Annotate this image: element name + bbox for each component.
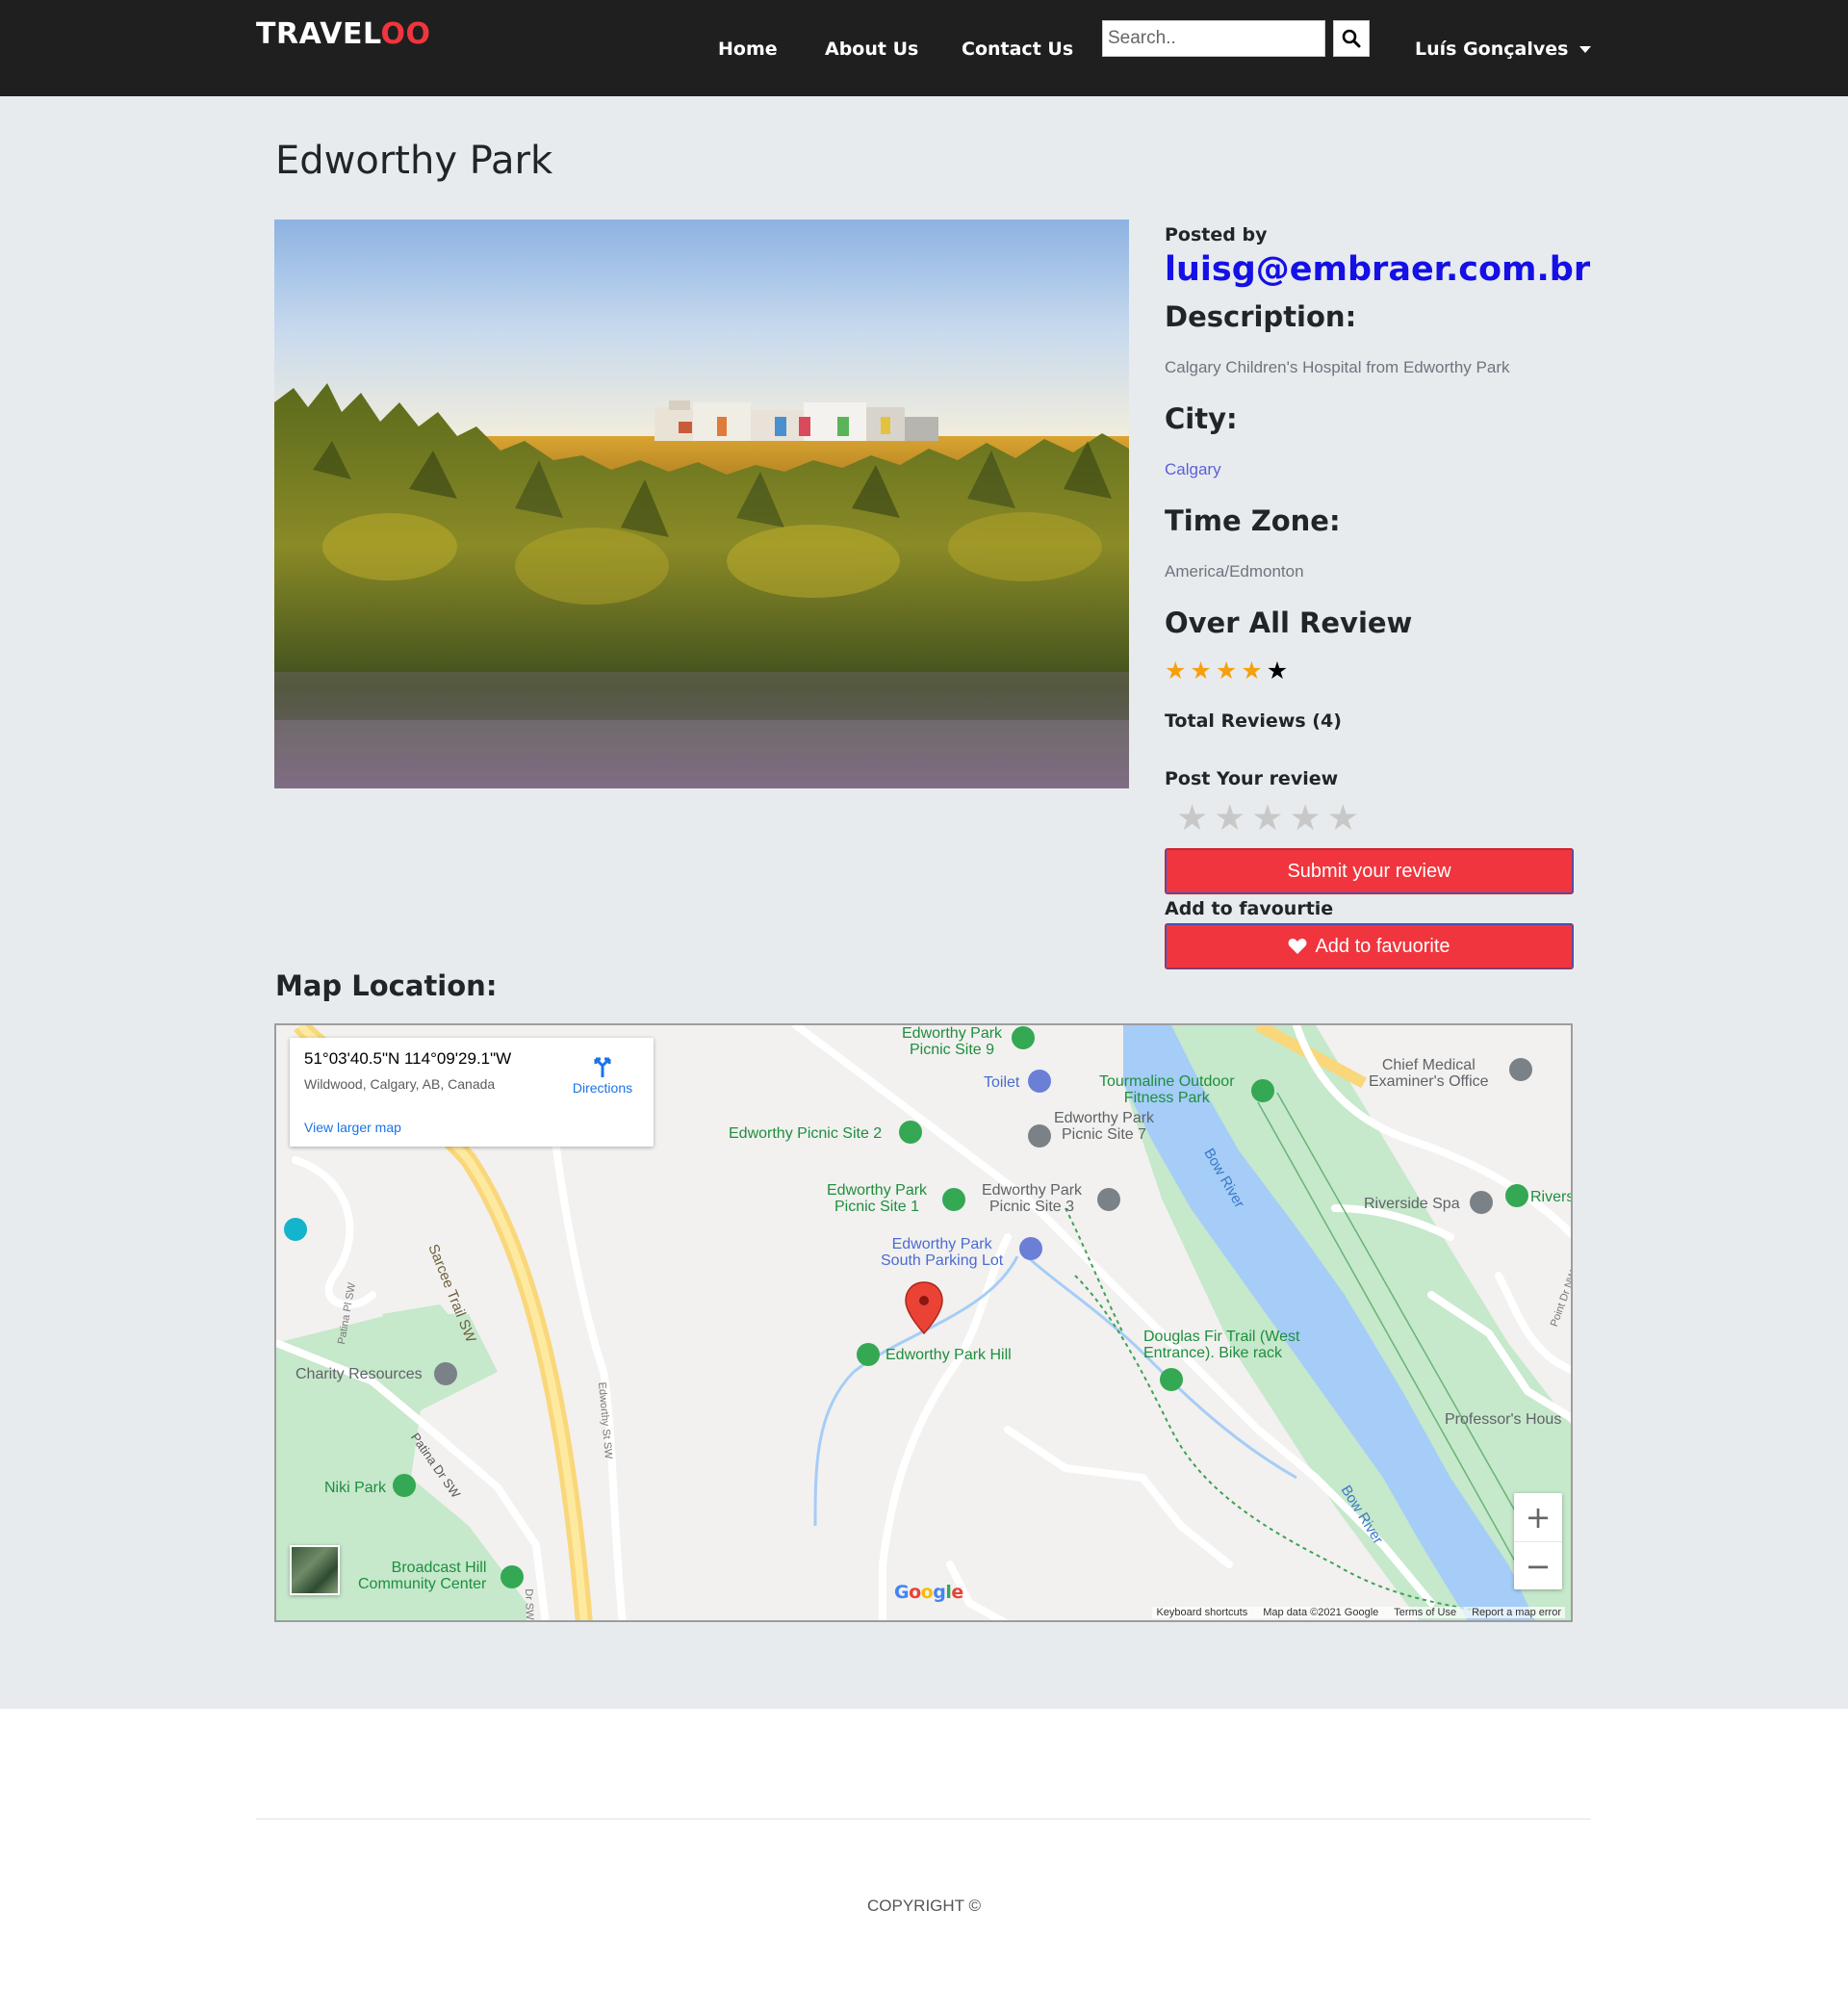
overall-review-heading: Over All Review (1165, 606, 1413, 639)
timezone-text: America/Edmonton (1165, 562, 1304, 581)
star-filled-icon: ★ (1241, 658, 1263, 684)
search-icon (1342, 29, 1361, 48)
zoom-controls: + − (1514, 1493, 1562, 1589)
total-reviews: Total Reviews (4) (1165, 710, 1342, 732)
map-label-rivers[interactable]: Rivers (1530, 1189, 1571, 1205)
map-coordinates: 51°03'40.5"N 114°09'29.1"W (304, 1049, 512, 1068)
map-label-picnic9-text: Edworthy Park Picnic Site 9 (902, 1025, 1003, 1058)
map-label-dr-sw: Dr SW (523, 1588, 536, 1620)
map-label-toilet[interactable]: Toilet (984, 1074, 1019, 1091)
user-dropdown[interactable]: Luís Gonçalves (1415, 39, 1592, 60)
satellite-toggle[interactable] (290, 1545, 340, 1595)
rate-star-4-icon[interactable]: ★ (1290, 800, 1322, 836)
map-label-picnic1[interactable]: Edworthy Park Picnic Site 1 (827, 1182, 927, 1215)
copyright-text: COPYRIGHT © (866, 1897, 981, 1915)
keyboard-shortcuts-link[interactable]: Keyboard shortcuts (1156, 1607, 1247, 1618)
nav-home-link[interactable]: Home (718, 39, 778, 60)
map-label-douglas-fir[interactable]: Douglas Fir Trail (West Entrance). Bike … (1143, 1329, 1299, 1361)
city-link[interactable]: Calgary (1165, 460, 1221, 479)
map-label-professor[interactable]: Professor's Hous (1445, 1411, 1561, 1428)
map-embed[interactable]: Edworthy Park Picnic Site 9 Toilet Tourm… (274, 1023, 1573, 1622)
description-text: Calgary Children's Hospital from Edworth… (1165, 358, 1510, 376)
main-content: Edworthy Park Posted by luisg@embraer.co… (0, 96, 1848, 1709)
map-label-edworthy-hill[interactable]: Edworthy Park Hill (886, 1347, 1012, 1363)
star-filled-icon: ★ (1190, 658, 1212, 684)
star-empty-icon: ★ (1266, 658, 1289, 684)
caret-down-icon (1579, 45, 1592, 53)
poster-email-link[interactable]: luisg@embraer.com.br (1165, 250, 1590, 289)
directions-button[interactable]: Directions (564, 1053, 641, 1096)
add-favourite-button-label: Add to favuorite (1315, 935, 1450, 957)
map-location-heading: Map Location: (275, 969, 498, 1002)
brand-part-2: OO (380, 17, 431, 51)
map-label-charity[interactable]: Charity Resources (295, 1366, 423, 1382)
add-favourite-label: Add to favourtie (1165, 898, 1334, 919)
user-name: Luís Gonçalves (1415, 39, 1569, 60)
rate-star-2-icon[interactable]: ★ (1214, 800, 1245, 836)
description-heading: Description: (1165, 300, 1357, 333)
directions-label: Directions (572, 1080, 633, 1096)
map-label-picnic2[interactable]: Edworthy Picnic Site 2 (729, 1125, 882, 1142)
map-address: Wildwood, Calgary, AB, Canada (304, 1076, 496, 1092)
overall-rating-stars: ★ ★ ★ ★ ★ (1165, 659, 1288, 684)
map-info-card: 51°03'40.5"N 114°09'29.1"W Wildwood, Cal… (290, 1038, 654, 1147)
map-label-picnic7[interactable]: Edworthy Park Picnic Site 7 (1054, 1110, 1154, 1143)
directions-icon (594, 1057, 611, 1077)
google-logo: Google (894, 1582, 963, 1603)
map-label-niki-park[interactable]: Niki Park (324, 1480, 386, 1496)
rate-star-3-icon[interactable]: ★ (1251, 800, 1283, 836)
map-label-picnic3[interactable]: Edworthy Park Picnic Site 3 (982, 1182, 1082, 1215)
map-label-picnic9[interactable]: Edworthy Park Picnic Site 9 (902, 1025, 1002, 1058)
search-button[interactable] (1333, 20, 1370, 57)
map-attribution: Keyboard shortcuts Map data ©2021 Google… (1152, 1607, 1565, 1618)
star-filled-icon: ★ (1165, 658, 1187, 684)
rate-star-1-icon[interactable]: ★ (1176, 800, 1208, 836)
map-data-text: Map data ©2021 Google (1263, 1607, 1379, 1618)
submit-review-label: Submit your review (1287, 860, 1451, 882)
add-favourite-button[interactable]: Add to favuorite (1165, 923, 1574, 969)
nav-contact-link[interactable]: Contact Us (962, 39, 1073, 60)
submit-review-button[interactable]: Submit your review (1165, 848, 1574, 894)
zoom-out-button[interactable]: − (1514, 1541, 1562, 1589)
city-heading: City: (1165, 402, 1238, 435)
report-error-link[interactable]: Report a map error (1472, 1607, 1561, 1618)
nav-about-link[interactable]: About Us (825, 39, 918, 60)
map-label-riverside-spa[interactable]: Riverside Spa (1364, 1196, 1460, 1212)
post-review-label: Post Your review (1165, 768, 1339, 789)
brand-logo[interactable]: TRAVELOO (256, 17, 431, 51)
page-title: Edworthy Park (275, 139, 553, 183)
search-input[interactable] (1102, 20, 1325, 57)
place-photo (274, 219, 1129, 788)
map-label-parking[interactable]: Edworthy Park South Parking Lot (881, 1236, 1003, 1269)
star-filled-icon: ★ (1215, 658, 1238, 684)
rate-star-5-icon[interactable]: ★ (1327, 800, 1359, 836)
heart-icon (1289, 939, 1307, 954)
view-larger-map-link[interactable]: View larger map (304, 1120, 401, 1135)
terms-link[interactable]: Terms of Use (1394, 1607, 1456, 1618)
zoom-in-button[interactable]: + (1514, 1493, 1562, 1541)
posted-by-label: Posted by (1165, 224, 1268, 245)
brand-part-1: TRAVEL (256, 17, 381, 51)
navbar: TRAVELOO Home About Us Contact Us Luís G… (0, 0, 1848, 96)
map-label-broadcast-hill[interactable]: Broadcast Hill Community Center (358, 1560, 486, 1592)
rating-input[interactable]: ★ ★ ★ ★ ★ (1176, 800, 1359, 836)
map-label-chief-medical[interactable]: Chief Medical Examiner's Office (1369, 1057, 1489, 1090)
timezone-heading: Time Zone: (1165, 504, 1341, 537)
map-label-tourmaline[interactable]: Tourmaline Outdoor Fitness Park (1099, 1073, 1235, 1106)
